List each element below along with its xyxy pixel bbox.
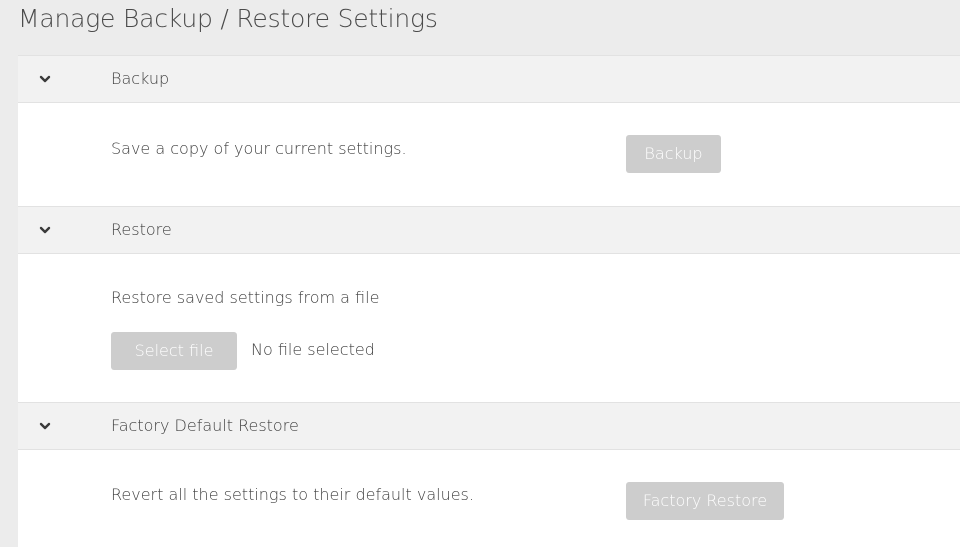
- chevron-down-icon[interactable]: [38, 73, 52, 85]
- select-file-button[interactable]: Select file: [111, 332, 237, 370]
- backup-section-title: Backup: [111, 69, 170, 88]
- file-status: No file selected: [251, 340, 375, 359]
- restore-section-title: Restore: [111, 220, 172, 239]
- chevron-down-icon[interactable]: [38, 420, 52, 432]
- restore-section-header[interactable]: Restore: [18, 206, 960, 254]
- chevron-down-icon[interactable]: [38, 224, 52, 236]
- factory-restore-button[interactable]: Factory Restore: [626, 482, 784, 520]
- settings-panel: Backup Save a copy of your current setti…: [18, 55, 960, 547]
- restore-description: Restore saved settings from a file: [111, 288, 380, 307]
- factory-restore-section-header[interactable]: Factory Default Restore: [18, 402, 960, 450]
- backup-section-header[interactable]: Backup: [18, 55, 960, 103]
- backup-description: Save a copy of your current settings.: [111, 139, 407, 158]
- factory-restore-description: Revert all the settings to their default…: [111, 485, 474, 504]
- factory-restore-section-title: Factory Default Restore: [111, 416, 299, 435]
- page-title: Manage Backup / Restore Settings: [18, 4, 438, 33]
- backup-button[interactable]: Backup: [626, 135, 721, 173]
